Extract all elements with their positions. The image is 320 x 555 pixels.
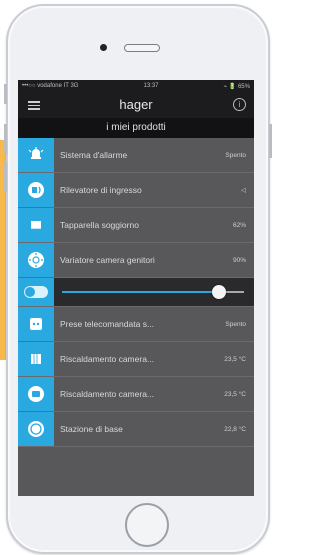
- list-item[interactable]: Riscaldamento camera... 23,5 °C: [18, 377, 254, 412]
- item-status: Spento: [225, 320, 246, 328]
- slider-knob[interactable]: [211, 285, 226, 299]
- list-item[interactable]: Sistema d'allarme Spento: [18, 138, 254, 173]
- dimmer-icon: [18, 243, 54, 277]
- battery-indicator: ⌁ 🔋 65%: [223, 83, 250, 90]
- item-label: Rilevatore di ingresso: [60, 185, 142, 195]
- page-title: i miei prodotti: [18, 118, 254, 138]
- top-navbar: hager i: [18, 92, 254, 118]
- list-item[interactable]: Riscaldamento camera... 23,5 °C: [18, 342, 254, 377]
- detector-icon: [18, 173, 54, 207]
- heating-icon: [18, 342, 54, 376]
- item-status: 23,5 °C: [224, 355, 246, 363]
- item-status: ◁: [241, 187, 246, 194]
- app-screen: •••○○ vodafone IT 3G 13:37 ⌁ 🔋 65% hager…: [18, 80, 254, 496]
- list-item[interactable]: Prese telecomandata s... Spento: [18, 307, 254, 342]
- volume-up-button: [4, 124, 7, 154]
- item-label: Stazione di base: [60, 424, 123, 434]
- gauge-icon: [18, 412, 54, 446]
- home-button[interactable]: [125, 503, 169, 547]
- item-label: Riscaldamento camera...: [60, 389, 155, 399]
- thermostat-icon: [18, 377, 54, 411]
- item-status: 23,5 °C: [224, 390, 246, 398]
- info-icon[interactable]: i: [233, 98, 246, 111]
- front-camera: [100, 44, 107, 51]
- app-logo: hager: [119, 97, 153, 112]
- item-label: Sistema d'allarme: [60, 150, 128, 160]
- power-button: [269, 124, 272, 158]
- item-status: 62%: [232, 221, 246, 229]
- item-label: Prese telecomandata s...: [60, 319, 155, 329]
- power-toggle[interactable]: [24, 286, 48, 298]
- item-status: Spento: [225, 151, 246, 159]
- toggle-cell: [18, 278, 54, 306]
- item-label: Tapparella soggiorno: [60, 220, 139, 230]
- item-label: Variatore camera genitori: [60, 255, 155, 265]
- mute-button: [4, 84, 7, 104]
- item-label: Riscaldamento camera...: [60, 354, 155, 364]
- earpiece-speaker: [124, 44, 160, 52]
- carrier-label: •••○○ vodafone IT 3G: [22, 83, 79, 89]
- dimmer-control: [18, 278, 254, 307]
- list-item[interactable]: Tapparella soggiorno 62%: [18, 208, 254, 243]
- brightness-slider[interactable]: [62, 285, 244, 299]
- alarm-icon: [18, 138, 54, 172]
- socket-icon: [18, 307, 54, 341]
- item-status: 90%: [232, 256, 246, 264]
- list-item[interactable]: Variatore camera genitori 90%: [18, 243, 254, 278]
- list-item[interactable]: Rilevatore di ingresso ◁: [18, 173, 254, 208]
- shutter-icon: [18, 208, 54, 242]
- status-bar: •••○○ vodafone IT 3G 13:37 ⌁ 🔋 65%: [18, 80, 254, 92]
- clock: 13:37: [143, 83, 159, 89]
- volume-down-button: [4, 162, 7, 192]
- list-item[interactable]: Stazione di base 22,8 °C: [18, 412, 254, 447]
- item-status: 22,8 °C: [224, 425, 246, 433]
